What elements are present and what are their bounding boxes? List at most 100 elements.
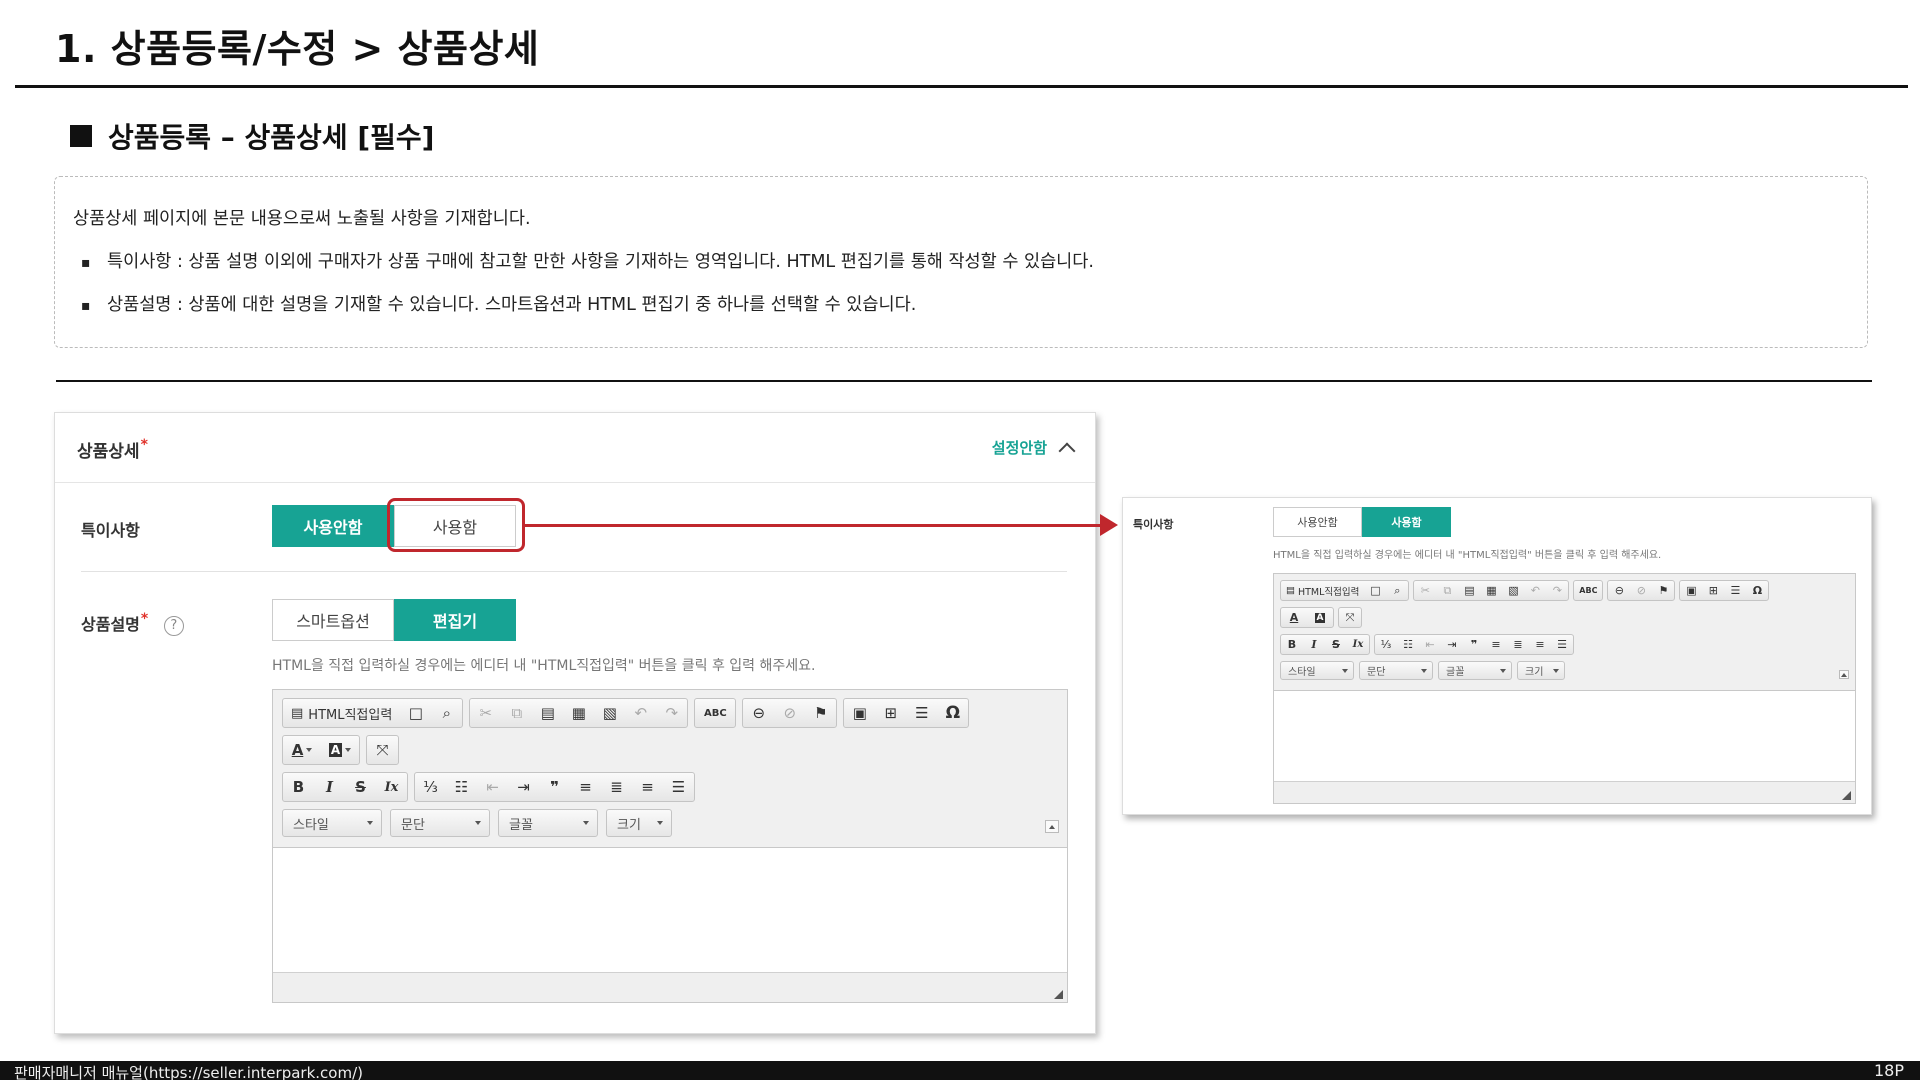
- table-icon[interactable]: ⊞: [1702, 581, 1724, 600]
- align-center-icon[interactable]: ≣: [1507, 635, 1529, 654]
- copy-icon[interactable]: ⧉: [501, 699, 532, 727]
- align-center-icon[interactable]: ≣: [601, 773, 632, 801]
- html-direct-input-button[interactable]: ▤ HTML직접입력: [283, 699, 400, 727]
- remove-format-icon[interactable]: Ix: [1347, 635, 1369, 654]
- background-color-icon[interactable]: A: [321, 736, 359, 764]
- collapse-toolbar-icon[interactable]: [1045, 820, 1059, 833]
- numbered-list-icon[interactable]: ⅓: [1375, 635, 1397, 654]
- page-number: 18P: [1873, 1061, 1904, 1080]
- link-icon[interactable]: ⊖: [743, 699, 774, 727]
- font-select[interactable]: 글꼴: [498, 809, 598, 837]
- anchor-flag-icon[interactable]: ⚑: [805, 699, 836, 727]
- editor-content-area[interactable]: [273, 848, 1067, 974]
- description-box: 상품상세 페이지에 본문 내용으로써 노출될 사항을 기재합니다. 특이사항 :…: [54, 176, 1868, 348]
- preview-paragraph-select[interactable]: 문단: [1359, 661, 1433, 680]
- bullet-list-icon[interactable]: ☷: [1397, 635, 1419, 654]
- maximize-icon[interactable]: ⤧: [1339, 608, 1361, 627]
- text-color-icon[interactable]: A: [1281, 608, 1307, 627]
- editor-option-button[interactable]: 편집기: [394, 599, 516, 641]
- align-right-icon[interactable]: ≡: [632, 773, 663, 801]
- preview-style-select[interactable]: 스타일: [1280, 661, 1354, 680]
- special-notes-option-off[interactable]: 사용안함: [272, 505, 394, 547]
- preview-toolbar-row-1: ▤ HTML직접입력 □ ⌕ ✂ ⧉ ▤ ▦ ▧ ↶ ↷ ABC ⊖ ⊘ ⚑ ▣…: [1280, 580, 1773, 601]
- panel-title-text: 상품상세: [77, 442, 140, 462]
- spellcheck-icon[interactable]: ABC: [1574, 581, 1602, 600]
- undo-icon[interactable]: ↶: [625, 699, 656, 727]
- unlink-icon[interactable]: ⊘: [774, 699, 805, 727]
- paste-icon[interactable]: ▤: [532, 699, 563, 727]
- preview-size-select[interactable]: 크기: [1517, 661, 1565, 680]
- resize-handle-icon[interactable]: [1054, 990, 1063, 999]
- bullet-list-icon[interactable]: ☷: [446, 773, 477, 801]
- preview-icon[interactable]: ⌕: [431, 699, 462, 727]
- numbered-list-icon[interactable]: ⅓: [415, 773, 446, 801]
- special-char-icon[interactable]: Ω: [1746, 581, 1768, 600]
- new-page-icon[interactable]: □: [1364, 581, 1386, 600]
- html-editor: ▤ HTML직접입력 □ ⌕ ✂ ⧉ ▤ ▦ ▧ ↶ ↷ ABC ⊖ ⊘ ⚑ ▣…: [272, 689, 1068, 1003]
- new-page-icon[interactable]: □: [400, 699, 431, 727]
- cut-icon[interactable]: ✂: [470, 699, 501, 727]
- align-right-icon[interactable]: ≡: [1529, 635, 1551, 654]
- collapse-toggle[interactable]: 설정안함: [992, 437, 1076, 459]
- background-color-icon[interactable]: A: [1307, 608, 1333, 627]
- image-icon[interactable]: ▣: [1680, 581, 1702, 600]
- undo-icon[interactable]: ↶: [1524, 581, 1546, 600]
- redo-icon[interactable]: ↷: [656, 699, 687, 727]
- text-color-glyph: A: [291, 741, 304, 759]
- help-icon[interactable]: ?: [163, 615, 184, 636]
- preview-option-off[interactable]: 사용안함: [1273, 507, 1362, 537]
- paragraph-select[interactable]: 문단: [390, 809, 490, 837]
- smart-option-button[interactable]: 스마트옵션: [272, 599, 394, 641]
- preview-editor-content-area[interactable]: [1274, 691, 1855, 783]
- align-left-icon[interactable]: ≡: [570, 773, 601, 801]
- strikethrough-icon[interactable]: S: [1325, 635, 1347, 654]
- preview-html-direct-input-button[interactable]: ▤ HTML직접입력: [1281, 581, 1364, 600]
- paste-text-icon[interactable]: ▦: [1480, 581, 1502, 600]
- horizontal-rule-icon[interactable]: ☰: [1724, 581, 1746, 600]
- blockquote-icon[interactable]: ❞: [1463, 635, 1485, 654]
- strikethrough-icon[interactable]: S: [345, 773, 376, 801]
- cut-icon[interactable]: ✂: [1414, 581, 1436, 600]
- justify-icon[interactable]: ☰: [1551, 635, 1573, 654]
- special-char-icon[interactable]: Ω: [937, 699, 968, 727]
- redo-icon[interactable]: ↷: [1546, 581, 1568, 600]
- paste-word-icon[interactable]: ▧: [594, 699, 625, 727]
- style-select[interactable]: 스타일: [282, 809, 382, 837]
- text-color-icon[interactable]: A: [283, 736, 321, 764]
- resize-handle-icon[interactable]: [1842, 791, 1851, 800]
- anchor-flag-icon[interactable]: ⚑: [1652, 581, 1674, 600]
- outdent-icon[interactable]: ⇤: [477, 773, 508, 801]
- preview-icon[interactable]: ⌕: [1386, 581, 1408, 600]
- blockquote-icon[interactable]: ❞: [539, 773, 570, 801]
- table-icon[interactable]: ⊞: [875, 699, 906, 727]
- indent-icon[interactable]: ⇥: [1441, 635, 1463, 654]
- preview-option-on[interactable]: 사용함: [1362, 507, 1451, 537]
- manual-link[interactable]: 판매자매니저 매뉴얼(https://seller.interpark.com/…: [14, 1062, 363, 1080]
- caret-down-icon: [367, 821, 373, 825]
- image-icon[interactable]: ▣: [844, 699, 875, 727]
- paste-icon[interactable]: ▤: [1458, 581, 1480, 600]
- spellcheck-icon[interactable]: ABC: [695, 699, 735, 727]
- outdent-icon[interactable]: ⇤: [1419, 635, 1441, 654]
- italic-icon[interactable]: I: [1303, 635, 1325, 654]
- remove-format-icon[interactable]: Ix: [376, 773, 407, 801]
- horizontal-rule-icon[interactable]: ☰: [906, 699, 937, 727]
- justify-icon[interactable]: ☰: [663, 773, 694, 801]
- collapse-toolbar-icon[interactable]: [1839, 670, 1849, 679]
- size-select[interactable]: 크기: [606, 809, 672, 837]
- align-left-icon[interactable]: ≡: [1485, 635, 1507, 654]
- preview-toolbar-row-4: 스타일 문단 글꼴 크기: [1280, 661, 1570, 680]
- paste-word-icon[interactable]: ▧: [1502, 581, 1524, 600]
- unlink-icon[interactable]: ⊘: [1630, 581, 1652, 600]
- preview-font-select[interactable]: 글꼴: [1438, 661, 1512, 680]
- required-mark: *: [140, 437, 148, 453]
- copy-icon[interactable]: ⧉: [1436, 581, 1458, 600]
- link-icon[interactable]: ⊖: [1608, 581, 1630, 600]
- bold-icon[interactable]: B: [283, 773, 314, 801]
- italic-icon[interactable]: I: [314, 773, 345, 801]
- description-intro: 상품상세 페이지에 본문 내용으로써 노출될 사항을 기재합니다.: [73, 209, 531, 229]
- bold-icon[interactable]: B: [1281, 635, 1303, 654]
- maximize-icon[interactable]: ⤧: [367, 736, 398, 764]
- paste-text-icon[interactable]: ▦: [563, 699, 594, 727]
- indent-icon[interactable]: ⇥: [508, 773, 539, 801]
